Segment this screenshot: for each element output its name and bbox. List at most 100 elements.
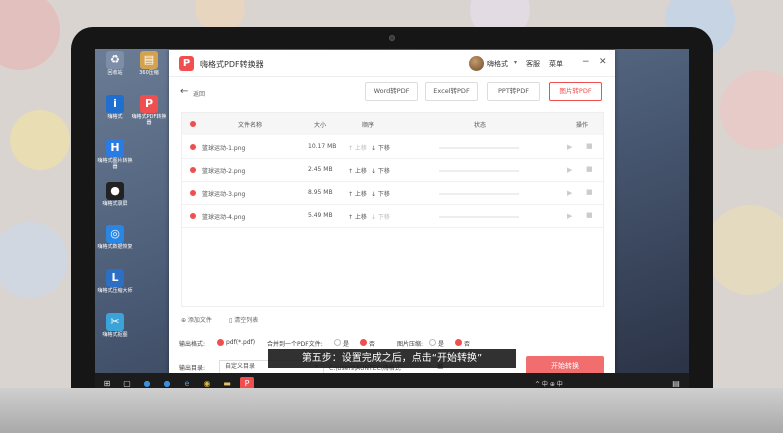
pdf-converter-window: P 嗨格式PDF转换器 嗨格式 ▾ 客服 菜单 − ✕ ← 返回 Word转PD… [169,50,615,376]
merge-no-radio[interactable] [360,339,367,346]
desktop-icon[interactable]: ● 嗨格式录屏 [97,182,133,207]
system-tray[interactable]: ^ 中 ⊕ 中 [535,379,563,388]
app-icon: ▤ [140,51,158,69]
move-down-button[interactable]: ↓ 下移 [371,166,390,175]
tab-image-to-pdf[interactable]: 图片转PDF [549,82,602,101]
user-name[interactable]: 嗨格式 [487,59,508,69]
clear-list-label: 清空列表 [234,317,259,324]
play-icon[interactable]: ▶ [567,143,572,151]
desktop-icon[interactable]: ◎ 嗨格式数据恢复 [97,225,133,250]
menu-button[interactable]: 菜单 [549,59,563,69]
format-label: 输出格式: [179,341,206,348]
desktop-icon-label: 嗨格式压缩大师 [97,288,133,294]
desktop-icon[interactable]: ♻ 回收站 [97,51,133,76]
file-size: 2.45 MB [308,166,333,173]
chevron-down-icon[interactable]: ▾ [514,59,517,66]
move-down-button[interactable]: ↓ 下移 [371,189,390,198]
desktop-icon-label: 嗨格式 [107,114,123,120]
desktop-icon[interactable]: L 嗨格式压缩大师 [97,269,133,294]
header-name: 文件名称 [238,122,263,129]
app-title: 嗨格式PDF转换器 [200,60,264,69]
table-row: 篮球运动-1.png 10.17 MB ↑ 上移 ↓ 下移 ▶ ■ [182,136,603,159]
row-checkbox[interactable] [190,167,196,173]
move-up-button[interactable]: ↑ 上移 [348,166,367,175]
desktop-icon-label: 嗨格式抠图 [102,332,128,338]
trash-icon[interactable]: ■ [586,165,593,173]
desktop-icon-label: 360压缩 [139,70,159,76]
laptop-base [0,388,783,433]
screen: ♻ 回收站 ▤ 360压缩 i 嗨格式 P 嗨格式PDF转换器 H 嗨格式图片转换器 ● 嗨格式录屏 ◎… [95,49,689,395]
move-down-button[interactable]: ↓ 下移 [371,212,390,221]
merge-label: 合并到一个PDF文件: [267,341,323,348]
tab-word-to-pdf[interactable]: Word转PDF [365,82,418,101]
format-value: pdf(*.pdf) [226,339,256,346]
desktop-icon[interactable]: H 嗨格式图片转换器 [97,139,133,170]
desktop-icon[interactable]: ▤ 360压缩 [131,51,167,76]
compress-no-radio[interactable] [455,339,462,346]
compress-label: 图片压缩: [397,341,424,348]
trash-icon[interactable]: ■ [586,188,593,196]
desktop-icon[interactable]: P 嗨格式PDF转换器 [131,95,167,126]
clear-list-button[interactable]: ▯ 清空列表 [229,315,258,324]
desktop-icon[interactable]: i 嗨格式 [97,95,133,120]
add-file-button[interactable]: ⊕ 添加文件 [181,315,212,324]
minimize-icon[interactable]: − [582,57,590,67]
desktop: ♻ 回收站 ▤ 360压缩 i 嗨格式 P 嗨格式PDF转换器 H 嗨格式图片转换器 ● 嗨格式录屏 ◎… [95,49,689,376]
merge-yes-radio[interactable] [334,339,341,346]
desktop-icon-label: 嗨格式数据恢复 [97,244,133,250]
progress-bar [439,216,519,218]
outdir-value: 自定义目录 [225,363,256,370]
table-header: 文件名称 大小 顺序 状态 操作 [182,113,603,135]
desktop-icon-label: 嗨格式图片转换器 [97,158,133,170]
compress-no-label: 否 [464,341,471,348]
progress-bar [439,193,519,195]
move-down-button[interactable]: ↓ 下移 [371,143,390,152]
row-checkbox[interactable] [190,213,196,219]
progress-bar [439,170,519,172]
app-icon: L [106,269,124,287]
file-name: 篮球运动-3.png [202,191,246,198]
tutorial-caption: 第五步：设置完成之后，点击“开始转换” [268,349,516,368]
header-order: 顺序 [362,122,375,129]
app-icon: P [140,95,158,113]
compress-yes-radio[interactable] [429,339,436,346]
tab-excel-to-pdf[interactable]: Excel转PDF [425,82,478,101]
app-icon: H [106,139,124,157]
play-icon[interactable]: ▶ [567,189,572,197]
file-table: 文件名称 大小 顺序 状态 操作 篮球运动-1.png 10.17 MB ↑ 上移 ↓… [181,112,604,307]
file-size: 8.95 MB [308,189,333,196]
tab-ppt-to-pdf[interactable]: PPT转PDF [487,82,540,101]
desktop-icon[interactable]: ✂ 嗨格式抠图 [97,313,133,338]
table-row: 篮球运动-3.png 8.95 MB ↑ 上移 ↓ 下移 ▶ ■ [182,182,603,205]
app-icon: ✂ [106,313,124,331]
file-size: 5.49 MB [308,212,333,219]
desktop-icon-label: 回收站 [107,70,123,76]
back-arrow-icon[interactable]: ← [180,86,188,97]
trash-icon[interactable]: ■ [586,211,593,219]
merge-no-label: 否 [369,341,376,348]
outdir-label: 输出目录: [179,365,206,372]
select-all-checkbox[interactable] [190,121,196,127]
play-icon[interactable]: ▶ [567,212,572,220]
table-row: 篮球运动-2.png 2.45 MB ↑ 上移 ↓ 下移 ▶ ■ [182,159,603,182]
row-checkbox[interactable] [190,190,196,196]
play-icon[interactable]: ▶ [567,166,572,174]
app-logo-icon: P [179,56,194,71]
header-size: 大小 [314,122,327,129]
desktop-icon-label: 嗨格式录屏 [102,201,128,207]
service-button[interactable]: 客服 [526,59,540,69]
webcam [389,35,395,41]
row-checkbox[interactable] [190,144,196,150]
trash-icon[interactable]: ■ [586,142,593,150]
avatar[interactable] [469,56,484,71]
move-up-button[interactable]: ↑ 上移 [348,189,367,198]
header-status: 状态 [474,122,487,129]
move-up-button[interactable]: ↑ 上移 [348,143,367,152]
progress-bar [439,147,519,149]
move-up-button[interactable]: ↑ 上移 [348,212,367,221]
title-bar: P 嗨格式PDF转换器 嗨格式 ▾ 客服 菜单 − ✕ [169,50,615,77]
back-button[interactable]: 返回 [193,89,205,98]
file-name: 篮球运动-1.png [202,145,246,152]
format-radio[interactable] [217,339,224,346]
close-icon[interactable]: ✕ [599,57,607,67]
